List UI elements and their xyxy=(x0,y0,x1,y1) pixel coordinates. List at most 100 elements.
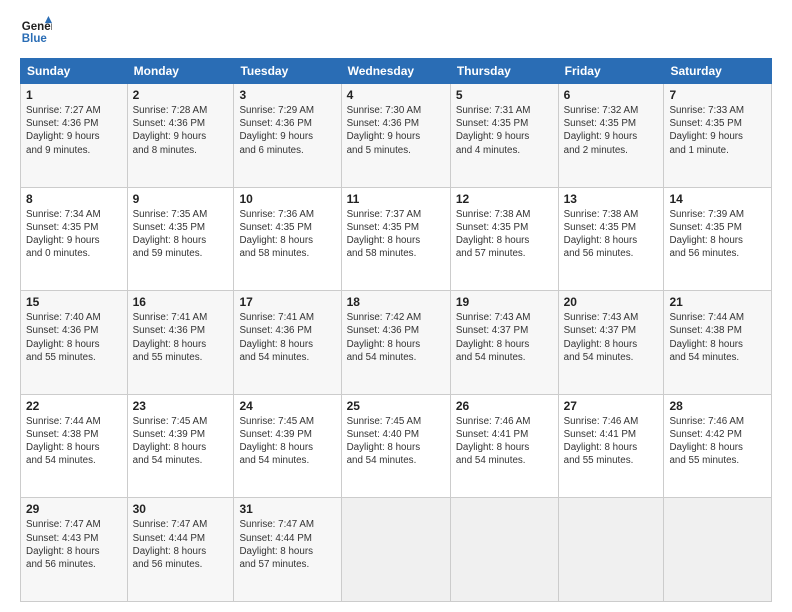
day-number: 30 xyxy=(133,502,229,516)
day-number: 25 xyxy=(347,399,445,413)
calendar-cell: 20Sunrise: 7:43 AM Sunset: 4:37 PM Dayli… xyxy=(558,291,664,395)
day-info: Sunrise: 7:47 AM Sunset: 4:44 PM Dayligh… xyxy=(133,518,229,571)
logo: General Blue xyxy=(20,16,52,48)
day-number: 31 xyxy=(239,502,335,516)
dow-header-monday: Monday xyxy=(127,59,234,84)
calendar-cell: 14Sunrise: 7:39 AM Sunset: 4:35 PM Dayli… xyxy=(664,187,772,291)
day-number: 29 xyxy=(26,502,122,516)
day-info: Sunrise: 7:41 AM Sunset: 4:36 PM Dayligh… xyxy=(239,311,335,364)
calendar-cell: 30 Sunrise: 7:47 AM Sunset: 4:44 PM Dayli… xyxy=(127,498,234,602)
day-number: 27 xyxy=(564,399,659,413)
day-info: Sunrise: 7:27 AM Sunset: 4:36 PM Dayligh… xyxy=(26,104,122,157)
calendar-cell: 10 Sunrise: 7:36 AM Sunset: 4:35 PM Dayli… xyxy=(234,187,341,291)
page-header: General Blue xyxy=(20,16,772,48)
calendar-cell xyxy=(450,498,558,602)
day-info: Sunrise: 7:34 AM Sunset: 4:35 PM Dayligh… xyxy=(26,208,122,261)
day-number: 19 xyxy=(456,295,553,309)
days-of-week-row: SundayMondayTuesdayWednesdayThursdayFrid… xyxy=(21,59,772,84)
day-number: 26 xyxy=(456,399,553,413)
day-info: Sunrise: 7:28 AM Sunset: 4:36 PM Dayligh… xyxy=(133,104,229,157)
calendar-cell: 12Sunrise: 7:38 AM Sunset: 4:35 PM Dayli… xyxy=(450,187,558,291)
day-info: Sunrise: 7:29 AM Sunset: 4:36 PM Dayligh… xyxy=(239,104,335,157)
day-info: Sunrise: 7:35 AM Sunset: 4:35 PM Dayligh… xyxy=(133,208,229,261)
calendar-week-2: 8 Sunrise: 7:34 AM Sunset: 4:35 PM Daylig… xyxy=(21,187,772,291)
calendar-body: 1 Sunrise: 7:27 AM Sunset: 4:36 PM Daylig… xyxy=(21,84,772,602)
day-info: Sunrise: 7:31 AM Sunset: 4:35 PM Dayligh… xyxy=(456,104,553,157)
day-number: 16 xyxy=(133,295,229,309)
dow-header-sunday: Sunday xyxy=(21,59,128,84)
day-info: Sunrise: 7:41 AM Sunset: 4:36 PM Dayligh… xyxy=(133,311,229,364)
day-number: 10 xyxy=(239,192,335,206)
day-info: Sunrise: 7:46 AM Sunset: 4:41 PM Dayligh… xyxy=(456,415,553,468)
dow-header-tuesday: Tuesday xyxy=(234,59,341,84)
day-number: 6 xyxy=(564,88,659,102)
calendar-cell: 24 Sunrise: 7:45 AM Sunset: 4:39 PM Dayli… xyxy=(234,394,341,498)
calendar-cell: 3 Sunrise: 7:29 AM Sunset: 4:36 PM Daylig… xyxy=(234,84,341,188)
day-number: 8 xyxy=(26,192,122,206)
day-info: Sunrise: 7:43 AM Sunset: 4:37 PM Dayligh… xyxy=(456,311,553,364)
calendar-cell: 16 Sunrise: 7:41 AM Sunset: 4:36 PM Dayli… xyxy=(127,291,234,395)
calendar-cell: 18 Sunrise: 7:42 AM Sunset: 4:36 PM Dayli… xyxy=(341,291,450,395)
calendar-cell: 21 Sunrise: 7:44 AM Sunset: 4:38 PM Dayli… xyxy=(664,291,772,395)
calendar-cell: 17Sunrise: 7:41 AM Sunset: 4:36 PM Dayli… xyxy=(234,291,341,395)
day-number: 13 xyxy=(564,192,659,206)
svg-text:Blue: Blue xyxy=(22,33,48,45)
calendar-cell: 19 Sunrise: 7:43 AM Sunset: 4:37 PM Dayli… xyxy=(450,291,558,395)
day-info: Sunrise: 7:46 AM Sunset: 4:41 PM Dayligh… xyxy=(564,415,659,468)
day-number: 15 xyxy=(26,295,122,309)
calendar-table: SundayMondayTuesdayWednesdayThursdayFrid… xyxy=(20,58,772,602)
calendar-cell: 8 Sunrise: 7:34 AM Sunset: 4:35 PM Daylig… xyxy=(21,187,128,291)
day-number: 24 xyxy=(239,399,335,413)
calendar-week-4: 22 Sunrise: 7:44 AM Sunset: 4:38 PM Dayli… xyxy=(21,394,772,498)
day-number: 11 xyxy=(347,192,445,206)
day-number: 7 xyxy=(669,88,766,102)
calendar-cell: 28 Sunrise: 7:46 AM Sunset: 4:42 PM Dayli… xyxy=(664,394,772,498)
day-info: Sunrise: 7:47 AM Sunset: 4:44 PM Dayligh… xyxy=(239,518,335,571)
calendar-cell: 7Sunrise: 7:33 AM Sunset: 4:35 PM Daylig… xyxy=(664,84,772,188)
day-number: 1 xyxy=(26,88,122,102)
day-number: 14 xyxy=(669,192,766,206)
day-info: Sunrise: 7:40 AM Sunset: 4:36 PM Dayligh… xyxy=(26,311,122,364)
calendar-cell: 1 Sunrise: 7:27 AM Sunset: 4:36 PM Daylig… xyxy=(21,84,128,188)
day-number: 20 xyxy=(564,295,659,309)
calendar-cell: 26 Sunrise: 7:46 AM Sunset: 4:41 PM Dayli… xyxy=(450,394,558,498)
calendar-cell xyxy=(341,498,450,602)
day-info: Sunrise: 7:38 AM Sunset: 4:35 PM Dayligh… xyxy=(564,208,659,261)
day-number: 4 xyxy=(347,88,445,102)
day-info: Sunrise: 7:32 AM Sunset: 4:35 PM Dayligh… xyxy=(564,104,659,157)
dow-header-wednesday: Wednesday xyxy=(341,59,450,84)
day-info: Sunrise: 7:44 AM Sunset: 4:38 PM Dayligh… xyxy=(26,415,122,468)
day-info: Sunrise: 7:37 AM Sunset: 4:35 PM Dayligh… xyxy=(347,208,445,261)
day-info: Sunrise: 7:45 AM Sunset: 4:39 PM Dayligh… xyxy=(133,415,229,468)
day-number: 2 xyxy=(133,88,229,102)
calendar-cell xyxy=(664,498,772,602)
day-info: Sunrise: 7:44 AM Sunset: 4:38 PM Dayligh… xyxy=(669,311,766,364)
day-number: 3 xyxy=(239,88,335,102)
dow-header-friday: Friday xyxy=(558,59,664,84)
day-info: Sunrise: 7:42 AM Sunset: 4:36 PM Dayligh… xyxy=(347,311,445,364)
day-number: 9 xyxy=(133,192,229,206)
calendar-cell: 31 Sunrise: 7:47 AM Sunset: 4:44 PM Dayli… xyxy=(234,498,341,602)
day-number: 5 xyxy=(456,88,553,102)
day-info: Sunrise: 7:46 AM Sunset: 4:42 PM Dayligh… xyxy=(669,415,766,468)
day-info: Sunrise: 7:30 AM Sunset: 4:36 PM Dayligh… xyxy=(347,104,445,157)
calendar-cell: 13 Sunrise: 7:38 AM Sunset: 4:35 PM Dayli… xyxy=(558,187,664,291)
calendar-cell: 2 Sunrise: 7:28 AM Sunset: 4:36 PM Daylig… xyxy=(127,84,234,188)
day-info: Sunrise: 7:45 AM Sunset: 4:39 PM Dayligh… xyxy=(239,415,335,468)
calendar-cell: 6 Sunrise: 7:32 AM Sunset: 4:35 PM Daylig… xyxy=(558,84,664,188)
calendar-cell: 5 Sunrise: 7:31 AM Sunset: 4:35 PM Daylig… xyxy=(450,84,558,188)
calendar-cell: 27 Sunrise: 7:46 AM Sunset: 4:41 PM Dayli… xyxy=(558,394,664,498)
day-info: Sunrise: 7:45 AM Sunset: 4:40 PM Dayligh… xyxy=(347,415,445,468)
day-number: 28 xyxy=(669,399,766,413)
calendar-cell: 15 Sunrise: 7:40 AM Sunset: 4:36 PM Dayli… xyxy=(21,291,128,395)
day-number: 18 xyxy=(347,295,445,309)
day-info: Sunrise: 7:36 AM Sunset: 4:35 PM Dayligh… xyxy=(239,208,335,261)
day-number: 21 xyxy=(669,295,766,309)
dow-header-saturday: Saturday xyxy=(664,59,772,84)
day-number: 22 xyxy=(26,399,122,413)
calendar-week-5: 29Sunrise: 7:47 AM Sunset: 4:43 PM Dayli… xyxy=(21,498,772,602)
calendar-week-1: 1 Sunrise: 7:27 AM Sunset: 4:36 PM Daylig… xyxy=(21,84,772,188)
calendar-cell xyxy=(558,498,664,602)
calendar-cell: 9 Sunrise: 7:35 AM Sunset: 4:35 PM Daylig… xyxy=(127,187,234,291)
logo-icon: General Blue xyxy=(20,16,52,48)
